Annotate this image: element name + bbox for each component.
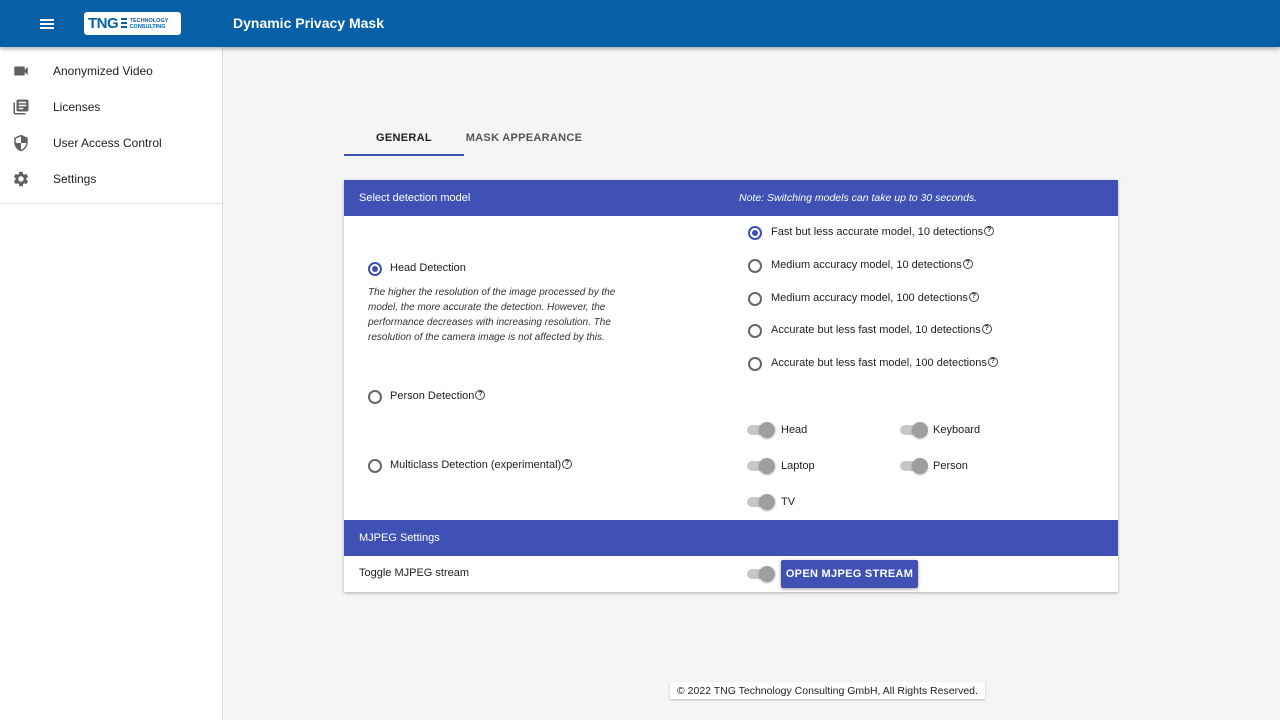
open-mjpeg-stream-button[interactable]: OPEN MJPEG STREAM: [781, 560, 918, 588]
toggle-tv[interactable]: [745, 494, 775, 510]
class-person-label: Person: [933, 460, 968, 472]
detection-model-title: Select detection model: [359, 192, 471, 204]
nav-list: Anonymized Video Licenses User Access Co…: [0, 47, 222, 204]
person-detection-text: Person Detection: [390, 390, 475, 402]
tab-general[interactable]: GENERAL: [344, 120, 464, 156]
radio-model-fast-10[interactable]: [748, 226, 762, 240]
model-accurate-100-label: Accurate but less fast model, 100 detect…: [771, 357, 998, 369]
tab-bar: GENERAL MASK APPEARANCE: [344, 120, 584, 156]
multiclass-detection-label: Multiclass Detection (experimental)?: [390, 459, 573, 471]
model-accurate-10-text: Accurate but less fast model, 10 detecti…: [771, 324, 981, 336]
menu-icon[interactable]: [38, 14, 58, 34]
radio-multiclass-detection[interactable]: [368, 459, 382, 473]
head-detection-description: The higher the resolution of the image p…: [368, 287, 616, 343]
toggle-head[interactable]: [745, 422, 775, 438]
app-bar: TNG TECHNOLOGY CONSULTING Dynamic Privac…: [0, 0, 1280, 47]
toggle-person[interactable]: [898, 458, 928, 474]
logo-text: TNG: [88, 15, 119, 32]
tab-mask-appearance[interactable]: MASK APPEARANCE: [464, 120, 584, 156]
model-fast-10-text: Fast but less accurate model, 10 detecti…: [771, 226, 984, 238]
model-fast-10-label: Fast but less accurate model, 10 detecti…: [771, 226, 995, 238]
videocam-icon: [12, 62, 30, 80]
radio-model-accurate-10[interactable]: [748, 324, 762, 338]
radio-person-detection[interactable]: [368, 390, 382, 404]
head-detection-label: Head Detection: [390, 262, 466, 274]
radio-head-detection[interactable]: [368, 262, 382, 276]
class-tv-label: TV: [781, 496, 796, 508]
help-icon[interactable]: ?: [968, 292, 979, 302]
library-books-icon: [12, 98, 30, 116]
help-icon[interactable]: ?: [981, 324, 992, 334]
settings-card: Select detection model Note: Switching m…: [344, 180, 1118, 592]
app-title: Dynamic Privacy Mask: [233, 15, 384, 31]
toggle-keyboard[interactable]: [898, 422, 928, 438]
toggle-mjpeg-stream[interactable]: [745, 566, 775, 582]
model-accurate-100-text: Accurate but less fast model, 100 detect…: [771, 357, 987, 369]
sidebar-item-settings[interactable]: Settings: [0, 161, 222, 197]
model-medium-10-label: Medium accuracy model, 10 detections?: [771, 259, 973, 271]
class-head-label: Head: [781, 424, 808, 436]
sidebar-item-label: User Access Control: [53, 136, 162, 150]
toggle-laptop[interactable]: [745, 458, 775, 474]
switching-note: Note: Switching models can take up to 30…: [739, 192, 978, 204]
sidebar: Anonymized Video Licenses User Access Co…: [0, 47, 223, 720]
radio-model-medium-100[interactable]: [748, 292, 762, 306]
sidebar-item-user-access-control[interactable]: User Access Control: [0, 125, 222, 161]
help-icon[interactable]: ?: [987, 357, 998, 367]
tng-logo[interactable]: TNG TECHNOLOGY CONSULTING: [84, 12, 181, 35]
gear-icon: [12, 170, 30, 188]
radio-model-accurate-100[interactable]: [748, 357, 762, 371]
help-icon[interactable]: ?: [562, 459, 573, 469]
help-icon[interactable]: ?: [984, 226, 995, 236]
sidebar-item-licenses[interactable]: Licenses: [0, 89, 222, 125]
detection-model-header: Select detection model Note: Switching m…: [344, 180, 1118, 216]
shield-icon: [12, 134, 30, 152]
footer-copyright: © 2022 TNG Technology Consulting GmbH, A…: [670, 682, 985, 699]
sidebar-item-label: Anonymized Video: [53, 64, 153, 78]
mjpeg-settings-header: MJPEG Settings: [344, 520, 1118, 556]
person-detection-label: Person Detection?: [390, 390, 486, 402]
mjpeg-settings-title: MJPEG Settings: [359, 532, 440, 544]
logo-subtitle: TECHNOLOGY CONSULTING: [129, 17, 169, 30]
toggle-mjpeg-label: Toggle MJPEG stream: [359, 567, 470, 579]
model-medium-100-label: Medium accuracy model, 100 detections?: [771, 292, 979, 304]
model-medium-100-text: Medium accuracy model, 100 detections: [771, 292, 968, 304]
logo-bars: [121, 17, 127, 30]
radio-model-medium-10[interactable]: [748, 259, 762, 273]
help-icon[interactable]: ?: [962, 259, 973, 269]
sidebar-item-label: Licenses: [53, 100, 101, 114]
sidebar-item-label: Settings: [53, 172, 97, 186]
model-accurate-10-label: Accurate but less fast model, 10 detecti…: [771, 324, 992, 336]
model-medium-10-text: Medium accuracy model, 10 detections: [771, 259, 962, 271]
sidebar-item-anonymized-video[interactable]: Anonymized Video: [0, 53, 222, 89]
class-keyboard-label: Keyboard: [933, 424, 981, 436]
help-icon[interactable]: ?: [475, 390, 486, 400]
class-laptop-label: Laptop: [781, 460, 815, 472]
multiclass-detection-text: Multiclass Detection (experimental): [390, 459, 562, 471]
